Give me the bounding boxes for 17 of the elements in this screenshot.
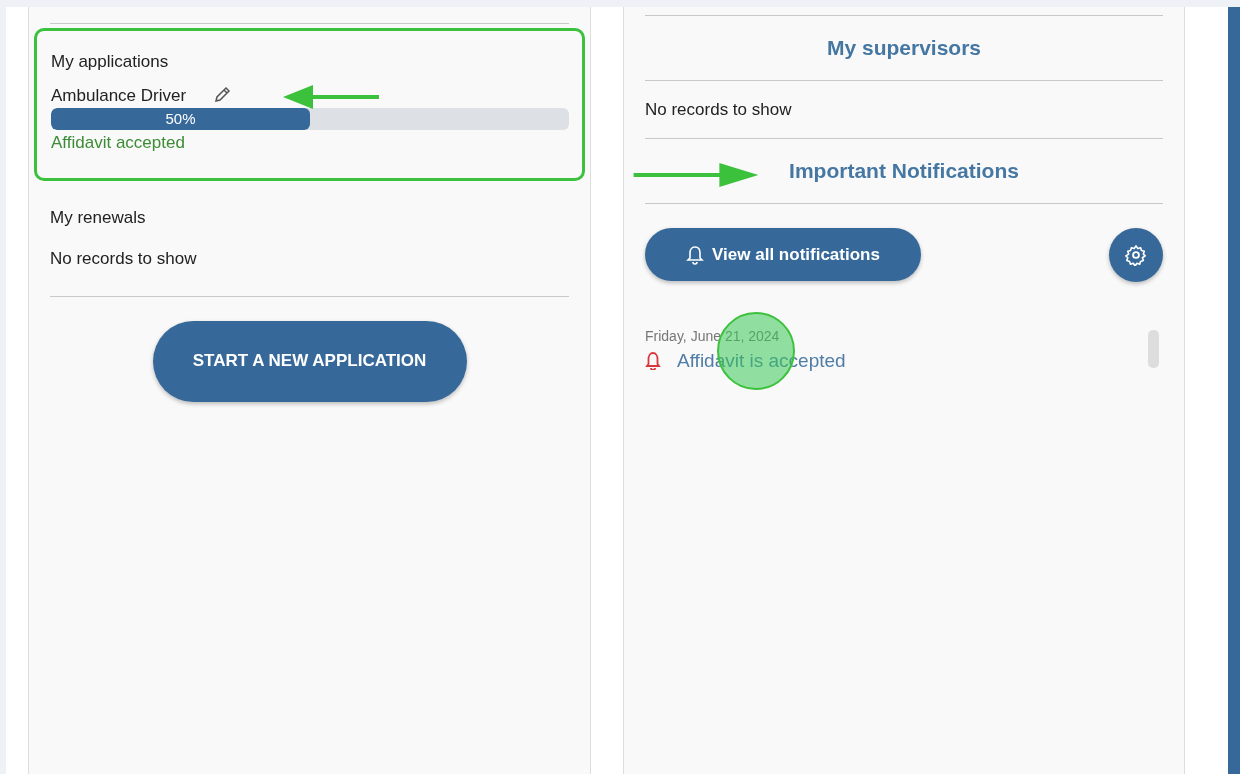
view-notifications-button[interactable]: View all notifications [645, 228, 921, 281]
section-title: My applications [51, 51, 170, 73]
application-name: Ambulance Driver [51, 84, 187, 107]
start-application-button[interactable]: START A NEW APPLICATION [152, 320, 467, 402]
settings-button[interactable] [1109, 227, 1163, 282]
empty-message: No records to show [50, 248, 198, 270]
notification-date: Friday, June 21, 2024 [645, 326, 781, 346]
empty-message: No records to show [645, 98, 793, 121]
section-title: My supervisors [825, 35, 983, 61]
section-title: My renewals [50, 206, 147, 229]
section-title: Important Notifications [789, 158, 1019, 184]
progress-fill: 50% [51, 108, 310, 130]
bell-icon [686, 244, 705, 265]
bell-icon [645, 351, 661, 370]
settings-icon [1125, 243, 1147, 266]
status-text: Affidavit accepted [51, 132, 186, 154]
scrollbar-thumb[interactable] [1148, 329, 1159, 368]
